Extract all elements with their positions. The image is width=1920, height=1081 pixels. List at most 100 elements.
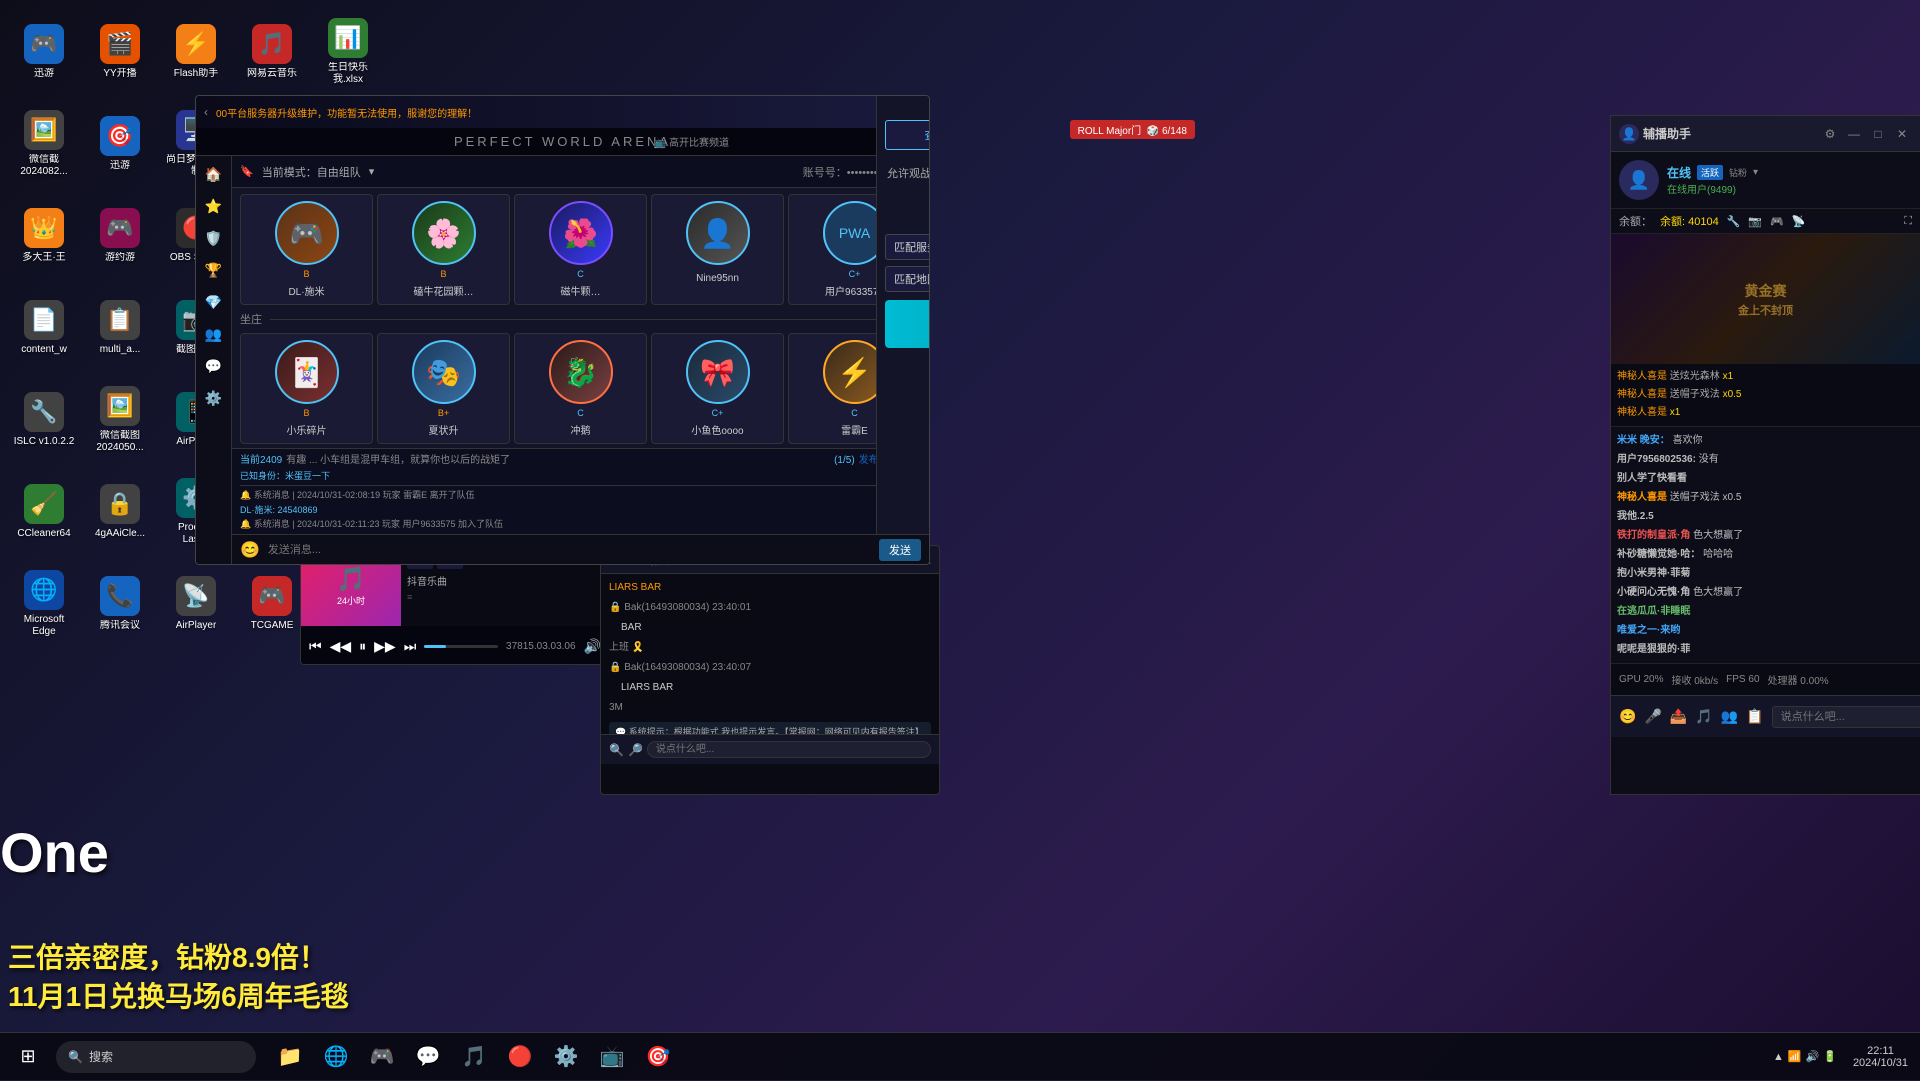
- friend-btn[interactable]: 查战友: [885, 120, 930, 150]
- stream-msg-7: 补砂糖懒觉她·哈： 哈哈哈: [1617, 545, 1914, 564]
- roll-badge[interactable]: ROLL Major门 🎲 6/148: [1070, 120, 1195, 139]
- bottom-overlay-text: 三倍亲密度，钻粉8.9倍！ 11月1日兑换马场6周年毛毯: [0, 934, 357, 1020]
- live-search-icon[interactable]: 🔍: [609, 743, 624, 757]
- desktop-icon-20[interactable]: 🔧 ISLC v1.0.2.2: [8, 376, 80, 464]
- start-button[interactable]: ⊞: [4, 1033, 52, 1081]
- player-card-7[interactable]: 🐉 C 冲鹅: [514, 333, 647, 444]
- taskbar-icon-app2[interactable]: 🎯: [636, 1035, 680, 1079]
- media-prev-btn[interactable]: ⏮: [309, 638, 322, 655]
- sidebar-home[interactable]: 🏠: [200, 160, 228, 188]
- stream-minimize-btn[interactable]: —: [1844, 124, 1864, 144]
- tray-icon-1[interactable]: ▲: [1773, 1051, 1784, 1063]
- stream-friends-icon[interactable]: 👥: [1721, 708, 1738, 725]
- sidebar-star[interactable]: ⭐: [200, 192, 228, 220]
- stream-maximize-btn[interactable]: □: [1868, 124, 1888, 144]
- desktop-icon-26[interactable]: 🔒 4gAAiCle...: [84, 468, 156, 556]
- stream-settings-icon[interactable]: ⚙: [1820, 124, 1840, 144]
- media-forward-btn[interactable]: ▶▶: [374, 638, 396, 655]
- desktop-icon-11[interactable]: 🎮 游约游: [84, 192, 156, 280]
- pwa-broadcast-btn[interactable]: 📺 高开比赛频道: [654, 134, 729, 149]
- stream-send-icon[interactable]: 📤: [1670, 708, 1687, 725]
- player-card-0[interactable]: 🎮 B DL·施米: [240, 194, 373, 305]
- taskbar-clock[interactable]: 22:11 2024/10/31: [1845, 1045, 1916, 1069]
- stream-sign-in-icon[interactable]: 📋: [1746, 708, 1763, 725]
- start-game-btn[interactable]: 开始游戏 ▶: [885, 300, 930, 348]
- desktop-icon-32[interactable]: 📡 AirPlayer: [160, 560, 232, 648]
- match-server-selector[interactable]: 匹配服务器 (4) ▾: [885, 234, 930, 260]
- taskbar-icon-app1[interactable]: 📺: [590, 1035, 634, 1079]
- desktop-icon-15[interactable]: 📄 content_w: [8, 284, 80, 372]
- taskbar-icon-music[interactable]: 🎵: [452, 1035, 496, 1079]
- stream-dropdown-icon[interactable]: ▾: [1753, 167, 1758, 178]
- media-next-btn[interactable]: ⏭: [404, 638, 417, 655]
- taskbar-search[interactable]: 🔍 搜索: [56, 1041, 256, 1073]
- sidebar-chat[interactable]: 💬: [200, 352, 228, 380]
- player-card-2[interactable]: 🌺 C 磁牛颗…: [514, 194, 647, 305]
- desktop-icon-16[interactable]: 📋 multi_a...: [84, 284, 156, 372]
- stream-emoji-icon[interactable]: 😊: [1619, 708, 1636, 725]
- stream-share-icon[interactable]: 📡: [1792, 215, 1806, 228]
- stream-game-icon[interactable]: 🎮: [1770, 215, 1784, 228]
- player-card-3[interactable]: 👤 Nine95nn: [651, 194, 784, 305]
- stream-expand-icon[interactable]: ⛶: [1904, 215, 1912, 228]
- desktop-icon-31[interactable]: 📞 腾讯会议: [84, 560, 156, 648]
- stream-close-btn[interactable]: ✕: [1892, 124, 1912, 144]
- taskbar-icon-settings[interactable]: ⚙️: [544, 1035, 588, 1079]
- filter-dropdown-icon[interactable]: ▾: [369, 165, 375, 178]
- player-card-1[interactable]: 🌸 B 磕牛花园颗…: [377, 194, 510, 305]
- media-progress-bar[interactable]: [424, 645, 498, 648]
- tray-network-icon[interactable]: 📶: [1788, 1050, 1802, 1063]
- media-back-btn[interactable]: ◀◀: [330, 638, 352, 655]
- media-play-btn[interactable]: ⏸: [359, 638, 366, 655]
- desktop-icon-label-31: 腾讯会议: [100, 620, 140, 632]
- live-chat-text-input[interactable]: [647, 741, 931, 758]
- desktop-icon-21[interactable]: 🖼️ 微信截图 2024050...: [84, 376, 156, 464]
- stream-tools-icon[interactable]: 🔧: [1727, 215, 1741, 228]
- stream-camera-icon[interactable]: 📷: [1748, 215, 1762, 228]
- live-magnify-icon[interactable]: 🔎: [628, 743, 643, 757]
- taskbar-icon-game[interactable]: 🎮: [360, 1035, 404, 1079]
- taskbar-icon-explorer[interactable]: 📁: [268, 1035, 312, 1079]
- sidebar-people[interactable]: 👥: [200, 320, 228, 348]
- stream-msg-3: 别人学了快看看: [1617, 469, 1914, 488]
- player-card-5[interactable]: 🃏 B 小乐碎片: [240, 333, 373, 444]
- chat-text-input[interactable]: [268, 544, 871, 556]
- desktop-icon-label-3: 网易云音乐: [247, 68, 297, 80]
- sidebar-settings[interactable]: ⚙️: [200, 384, 228, 412]
- desktop-icon-33[interactable]: 🎮 TCGAME: [236, 560, 308, 648]
- desktop-icon-30[interactable]: 🌐 Microsoft Edge: [8, 560, 80, 648]
- desktop-icon-5[interactable]: 🖼️ 微信截 2024082...: [8, 100, 80, 188]
- match-map-selector[interactable]: 匹配地图 (10) ▾: [885, 266, 930, 292]
- player-card-6[interactable]: 🎭 B+ 夏状升: [377, 333, 510, 444]
- desktop-icon-10[interactable]: 👑 多大王·王: [8, 192, 80, 280]
- desktop-icon-0[interactable]: 🎮 迅游: [8, 8, 80, 96]
- taskbar-icon-chat[interactable]: 💬: [406, 1035, 450, 1079]
- stream-mic-icon[interactable]: 🎤: [1644, 708, 1661, 725]
- pwa-main-area: 🔖 当前模式：自由组队 ▾ 账号号：•••••••• ✏️ 🔄 🎮 B DL·施…: [232, 156, 929, 564]
- desktop-icon-4[interactable]: 📊 生日快乐 我.xlsx: [312, 8, 384, 96]
- media-volume-btn[interactable]: 🔊: [584, 638, 601, 655]
- desktop-icon-6[interactable]: 🎯 迅游: [84, 100, 156, 188]
- sidebar-shield[interactable]: 🛡️: [200, 224, 228, 252]
- send-message-btn[interactable]: 发送: [879, 539, 921, 561]
- taskbar-icon-obs[interactable]: 🔴: [498, 1035, 542, 1079]
- chat-msg-3: 🔔 系统消息 | 2024/10/31-02:11:23 玩家 用户963357…: [240, 517, 921, 531]
- desktop-icon-img-1: 🎬: [100, 24, 140, 64]
- pwa-back-icon[interactable]: ‹: [204, 105, 208, 119]
- stream-music-icon[interactable]: 🎵: [1695, 708, 1712, 725]
- taskbar-icon-edge[interactable]: 🌐: [314, 1035, 358, 1079]
- desktop-icon-2[interactable]: ⚡ Flash助手: [160, 8, 232, 96]
- stream-chat-input[interactable]: [1772, 706, 1920, 728]
- player-card-8[interactable]: 🎀 C+ 小鱼色oooo: [651, 333, 784, 444]
- gift-msg-3: 神秘人喜是 x1: [1617, 404, 1914, 422]
- sidebar-diamond[interactable]: 💎: [200, 288, 228, 316]
- desktop-icon-1[interactable]: 🎬 YY开播: [84, 8, 156, 96]
- sidebar-trophy[interactable]: 🏆: [200, 256, 228, 284]
- desktop-icon-3[interactable]: 🎵 网易云音乐: [236, 8, 308, 96]
- stream-video-area: 黄金赛金上不封顶: [1611, 234, 1920, 364]
- tray-sound-icon[interactable]: 🔊: [1806, 1050, 1820, 1063]
- desktop-icon-25[interactable]: 🧹 CCleaner64: [8, 468, 80, 556]
- players-grid-bottom: 🃏 B 小乐碎片 🎭 B+ 夏状升 🐉 C 冲鹅 🎀 C+ 小鱼: [232, 331, 929, 448]
- player-name-7: 冲鹅: [571, 422, 591, 437]
- emoji-icon[interactable]: 😊: [240, 540, 260, 560]
